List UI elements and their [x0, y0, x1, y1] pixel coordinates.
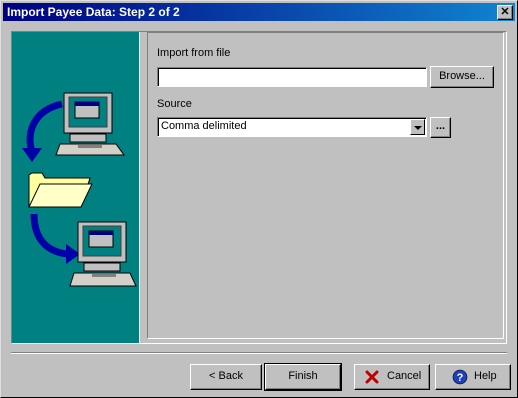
- close-button[interactable]: ✕: [497, 5, 513, 20]
- folder-icon: [28, 172, 93, 208]
- transfer-arrow-icon: [30, 213, 80, 264]
- finish-label: Finish: [288, 370, 318, 382]
- back-label: < Back: [209, 370, 243, 382]
- import-file-label: Import from file: [157, 47, 231, 59]
- help-label: Help: [474, 370, 497, 382]
- help-icon: ?: [452, 369, 468, 385]
- chevron-down-icon[interactable]: [410, 119, 425, 135]
- cancel-label: Cancel: [387, 370, 422, 382]
- title-bar[interactable]: Import Payee Data: Step 2 of 2 ✕: [3, 3, 515, 21]
- source-options-label: ...: [435, 120, 446, 132]
- browse-label: Browse...: [439, 70, 485, 82]
- browse-button[interactable]: Browse...: [430, 66, 494, 88]
- wizard-panel: Import from file Browse... Source Comma …: [11, 31, 507, 344]
- wizard-content: Import from file Browse... Source Comma …: [147, 32, 504, 339]
- cancel-x-icon: [365, 370, 379, 384]
- footer-divider: [11, 352, 507, 354]
- import-illustration: [22, 92, 137, 287]
- source-options-button[interactable]: ...: [430, 117, 451, 138]
- cancel-button[interactable]: Cancel: [354, 364, 430, 390]
- finish-button[interactable]: Finish: [264, 363, 342, 391]
- help-button[interactable]: ? Help: [435, 364, 511, 390]
- svg-text:?: ?: [457, 372, 464, 384]
- wizard-sidebar: [12, 32, 140, 343]
- dialog-window: Import Payee Data: Step 2 of 2 ✕ Import …: [0, 0, 518, 398]
- back-button[interactable]: < Back: [190, 364, 262, 390]
- import-file-input[interactable]: [157, 67, 427, 87]
- window-title: Import Payee Data: Step 2 of 2: [7, 5, 180, 19]
- close-icon: ✕: [500, 6, 510, 18]
- source-value: Comma delimited: [161, 120, 247, 132]
- computer-icon: [55, 92, 125, 156]
- source-label: Source: [157, 98, 192, 110]
- computer-icon: [69, 221, 137, 287]
- transfer-arrow-icon: [22, 100, 63, 162]
- source-select[interactable]: Comma delimited: [157, 117, 427, 137]
